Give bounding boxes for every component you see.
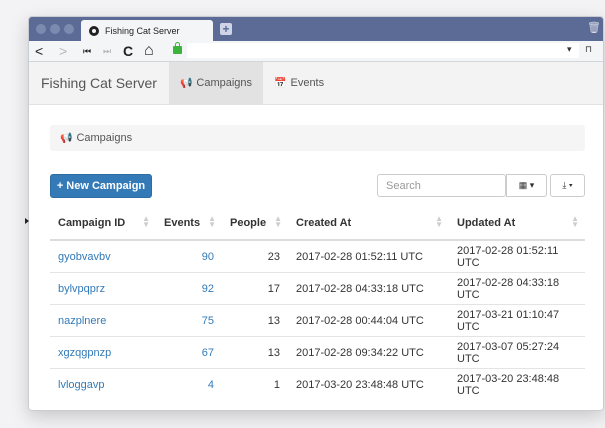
table-row: nazplnere 75 13 2017-02-28 00:44:04 UTC … bbox=[50, 304, 585, 337]
export-button[interactable]: ⤓ ▾ bbox=[550, 174, 585, 197]
sort-icon: ▲ ▼ bbox=[208, 214, 216, 229]
brand-title[interactable]: Fishing Cat Server bbox=[29, 62, 169, 104]
columns-toggle-button[interactable]: ▦ ▾ bbox=[506, 174, 547, 197]
people-count: 17 bbox=[222, 272, 288, 305]
calendar-icon: 📅 bbox=[274, 77, 287, 89]
campaign-id-link[interactable]: gyobvavbv bbox=[58, 251, 111, 263]
column-header-campaign-id[interactable]: Campaign ID ▲ ▼ bbox=[50, 206, 156, 241]
campaign-id-link[interactable]: nazplnere bbox=[58, 315, 106, 327]
events-count: 75 bbox=[156, 304, 222, 337]
updated-at: 2017-03-07 05:27:24 UTC bbox=[449, 336, 585, 369]
people-count: 23 bbox=[222, 239, 288, 273]
forward-icon[interactable]: > bbox=[59, 42, 67, 60]
trash-icon[interactable]: 🗑 bbox=[587, 21, 601, 35]
new-tab-button[interactable]: + bbox=[220, 23, 232, 35]
search-input[interactable]: Search bbox=[377, 174, 506, 197]
caret-right-icon bbox=[25, 218, 29, 224]
sort-icon: ▲ ▼ bbox=[571, 214, 579, 229]
favicon-icon bbox=[89, 25, 99, 36]
reload-icon[interactable]: C bbox=[123, 42, 133, 60]
events-count: 90 bbox=[156, 239, 222, 273]
home-icon[interactable]: ⌂ bbox=[144, 42, 154, 60]
breadcrumb-label: Campaigns bbox=[76, 132, 133, 144]
updated-at: 2017-02-28 04:33:18 UTC bbox=[449, 272, 585, 305]
back-icon[interactable]: < bbox=[35, 42, 43, 60]
people-count: 13 bbox=[222, 304, 288, 337]
updated-at: 2017-02-28 01:52:11 UTC bbox=[449, 239, 585, 273]
events-count: 4 bbox=[156, 368, 222, 400]
url-input[interactable] bbox=[187, 43, 579, 58]
last-page-icon[interactable]: ⏭ bbox=[103, 42, 111, 60]
browser-tab-bar: Fishing Cat Server + 🗑 bbox=[29, 17, 603, 41]
people-count: 13 bbox=[222, 336, 288, 369]
campaign-id-link[interactable]: lvloggavp bbox=[58, 379, 104, 391]
tab-campaigns[interactable]: 📢 Campaigns bbox=[168, 62, 264, 104]
maximize-window-dot[interactable] bbox=[64, 24, 74, 34]
events-count: 92 bbox=[156, 272, 222, 305]
tab-campaigns-label: Campaigns bbox=[196, 77, 253, 89]
megaphone-icon: 📢 bbox=[60, 132, 73, 144]
updated-at: 2017-03-20 23:48:48 UTC bbox=[449, 368, 585, 400]
created-at: 2017-02-28 09:34:22 UTC bbox=[288, 336, 449, 369]
table-header-row: Campaign ID ▲ ▼ Events ▲ ▼ People ▲ ▼ Created … bbox=[50, 206, 585, 241]
browser-toolbar: < > ⏮ ⏭ C ⌂ ▾ ⊓ bbox=[29, 41, 603, 62]
updated-at: 2017-03-21 01:10:47 UTC bbox=[449, 304, 585, 337]
sort-icon: ▲ ▼ bbox=[274, 214, 282, 229]
browser-window: Fishing Cat Server + 🗑 < > ⏮ ⏭ C ⌂ ▾ ⊓ F… bbox=[28, 16, 604, 411]
page-content: Fishing Cat Server 📢 Campaigns 📅 Events … bbox=[29, 62, 603, 410]
created-at: 2017-03-20 23:48:48 UTC bbox=[288, 368, 449, 400]
column-header-people[interactable]: People ▲ ▼ bbox=[222, 206, 288, 241]
sort-icon: ▲ ▼ bbox=[435, 214, 443, 229]
browser-tab[interactable]: Fishing Cat Server bbox=[81, 20, 213, 41]
people-count: 1 bbox=[222, 368, 288, 400]
app-navbar: Fishing Cat Server 📢 Campaigns 📅 Events bbox=[29, 62, 603, 105]
lock-icon bbox=[173, 42, 182, 54]
table-row: xgzqgpnzp 67 13 2017-02-28 09:34:22 UTC … bbox=[50, 336, 585, 369]
new-campaign-button[interactable]: + New Campaign bbox=[50, 174, 152, 198]
created-at: 2017-02-28 00:44:04 UTC bbox=[288, 304, 449, 337]
chevron-down-icon[interactable]: ▾ bbox=[567, 44, 572, 55]
breadcrumb: 📢 Campaigns bbox=[50, 125, 585, 151]
first-page-icon[interactable]: ⏮ bbox=[83, 42, 91, 60]
tab-events[interactable]: 📅 Events bbox=[263, 62, 335, 104]
created-at: 2017-02-28 01:52:11 UTC bbox=[288, 239, 449, 273]
megaphone-icon: 📢 bbox=[179, 77, 193, 89]
tab-events-label: Events bbox=[290, 77, 325, 89]
tab-title: Fishing Cat Server bbox=[105, 25, 180, 36]
column-header-events[interactable]: Events ▲ ▼ bbox=[156, 206, 222, 241]
minimize-window-dot[interactable] bbox=[50, 24, 60, 34]
column-header-updated-at[interactable]: Updated At ▲ ▼ bbox=[449, 206, 585, 241]
created-at: 2017-02-28 04:33:18 UTC bbox=[288, 272, 449, 305]
table-row: lvloggavp 4 1 2017-03-20 23:48:48 UTC 20… bbox=[50, 368, 585, 400]
events-count: 67 bbox=[156, 336, 222, 369]
table-row: gyobvavbv 90 23 2017-02-28 01:52:11 UTC … bbox=[50, 239, 585, 273]
close-window-dot[interactable] bbox=[36, 24, 46, 34]
campaigns-table: Campaign ID ▲ ▼ Events ▲ ▼ People ▲ ▼ Created … bbox=[50, 206, 585, 400]
table-row: bylvpqprz 92 17 2017-02-28 04:33:18 UTC … bbox=[50, 272, 585, 305]
campaign-id-link[interactable]: bylvpqprz bbox=[58, 283, 105, 295]
column-header-created-at[interactable]: Created At ▲ ▼ bbox=[288, 206, 449, 241]
sort-icon: ▲ ▼ bbox=[142, 214, 150, 229]
bookmark-icon[interactable]: ⊓ bbox=[585, 44, 592, 55]
campaign-id-link[interactable]: xgzqgpnzp bbox=[58, 347, 111, 359]
